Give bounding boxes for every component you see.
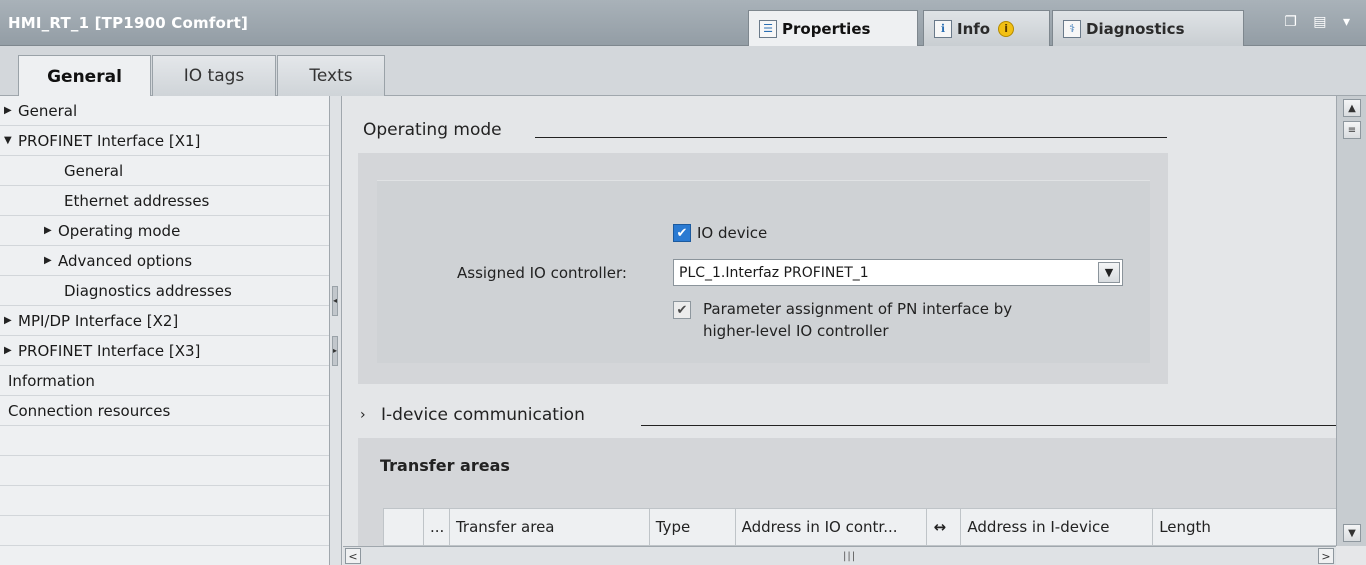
tree-item-label: Connection resources (8, 401, 171, 420)
scroll-grip-icon[interactable]: ≡ (1343, 121, 1361, 139)
tree-empty-row (0, 426, 329, 456)
vertical-scrollbar[interactable]: ▲ ≡ ▼ (1336, 96, 1366, 546)
tree-item-profinet-x3[interactable]: ▶ PROFINET Interface [X3] (0, 336, 329, 366)
tree-empty-row (0, 516, 329, 546)
io-device-label: IO device (697, 224, 768, 242)
section-divider (535, 137, 1167, 138)
expand-arrow-icon[interactable]: ▶ (4, 105, 18, 116)
column-header-length[interactable]: Length (1153, 509, 1336, 545)
scroll-down-icon[interactable]: ▼ (1343, 524, 1361, 542)
tab-info[interactable]: ℹ Info i (923, 10, 1050, 46)
tree-item-ethernet-addresses[interactable]: Ethernet addresses (0, 186, 329, 216)
tree-item-label: PROFINET Interface [X3] (18, 341, 201, 360)
subtab-bar: General IO tags Texts (0, 46, 1366, 97)
tree-empty-row (0, 456, 329, 486)
param-assignment-label-line2: higher-level IO controller (703, 322, 889, 340)
collapse-arrow-icon[interactable]: ▼ (4, 135, 18, 146)
transfer-areas-title: Transfer areas (380, 456, 510, 475)
tab-general[interactable]: General (18, 55, 151, 97)
window-controls[interactable]: ❐ ▤ ▾ (1284, 14, 1356, 30)
tree-item-diagnostics-addresses[interactable]: Diagnostics addresses (0, 276, 329, 306)
tab-texts[interactable]: Texts (277, 55, 385, 96)
operating-mode-heading: Operating mode (363, 120, 502, 140)
tree-item-label: General (64, 161, 124, 180)
tree-item-connection-resources[interactable]: Connection resources (0, 396, 329, 426)
tab-properties[interactable]: ☰ Properties (748, 10, 918, 46)
expand-right-icon[interactable]: ▸ (332, 336, 338, 366)
expand-arrow-icon[interactable]: ▶ (4, 345, 18, 356)
info-badge-icon: i (998, 20, 1015, 37)
tree-item-label: Information (8, 371, 95, 390)
tree-item-label: Diagnostics addresses (64, 281, 232, 300)
assigned-controller-value: PLC_1.Interfaz PROFINET_1 (679, 264, 869, 281)
tree-item-label: General (18, 101, 78, 120)
scroll-left-icon[interactable]: < (345, 548, 361, 564)
column-header-type[interactable]: Type (650, 509, 736, 545)
tree-item-label: Ethernet addresses (64, 191, 210, 210)
idevice-heading[interactable]: I-device communication (381, 405, 585, 425)
assigned-controller-label: Assigned IO controller: (457, 264, 627, 282)
tree-item-label: Operating mode (58, 221, 181, 240)
column-header-select[interactable] (384, 509, 424, 545)
tree-item-information[interactable]: Information (0, 366, 329, 396)
tab-info-label: Info (957, 19, 991, 38)
tree-item-label: MPI/DP Interface [X2] (18, 311, 179, 330)
navigation-tree: ▶ General ▼ PROFINET Interface [X1] Gene… (0, 96, 330, 565)
column-header-address-io-controller[interactable]: Address in IO contr... (736, 509, 928, 545)
param-assignment-label-line1: Parameter assignment of PN interface by (703, 300, 1013, 318)
tree-item-general[interactable]: ▶ General (0, 96, 329, 126)
io-device-checkbox[interactable]: ✔ (673, 224, 691, 242)
horizontal-scrollbar[interactable]: < ||| > (343, 546, 1336, 565)
transfer-areas-panel: Transfer areas ... Transfer area Type Ad… (358, 438, 1336, 546)
tree-item-advanced-options[interactable]: ▶ Advanced options (0, 246, 329, 276)
tab-diagnostics-label: Diagnostics (1086, 19, 1185, 38)
expand-arrow-icon[interactable]: ▶ (44, 255, 58, 266)
scroll-right-icon[interactable]: > (1318, 548, 1334, 564)
properties-icon: ☰ (759, 19, 777, 38)
tree-item-x1-general[interactable]: General (0, 156, 329, 186)
expand-arrow-icon[interactable]: ▶ (44, 225, 58, 236)
transfer-areas-table-header: ... Transfer area Type Address in IO con… (383, 508, 1336, 546)
tree-item-label: Advanced options (58, 251, 193, 270)
tree-empty-row (0, 486, 329, 516)
scroll-thumb[interactable]: ||| (843, 551, 856, 562)
title-bar: HMI_RT_1 [TP1900 Comfort] ☰ Properties ℹ… (0, 0, 1366, 46)
tree-item-profinet-x1[interactable]: ▼ PROFINET Interface [X1] (0, 126, 329, 156)
properties-content: Operating mode ✔ IO device Assigned IO c… (343, 96, 1336, 546)
tab-io-tags[interactable]: IO tags (152, 55, 276, 96)
expand-arrow-icon[interactable]: ▶ (4, 315, 18, 326)
panel-splitter[interactable]: ◂ ▸ (330, 96, 342, 565)
tree-item-label: PROFINET Interface [X1] (18, 131, 201, 150)
param-assignment-checkbox[interactable]: ✔ (673, 301, 691, 319)
column-header-address-idevice[interactable]: Address in I-device (961, 509, 1154, 545)
collapse-left-icon[interactable]: ◂ (332, 286, 338, 316)
window-title: HMI_RT_1 [TP1900 Comfort] (8, 14, 249, 32)
tab-properties-label: Properties (782, 19, 871, 38)
column-header-more[interactable]: ... (424, 509, 450, 545)
column-header-transfer-area[interactable]: Transfer area (450, 509, 650, 545)
info-list-icon: ℹ (934, 19, 952, 38)
section-divider (641, 425, 1336, 426)
direction-arrow-icon: ↔ (927, 509, 962, 545)
assigned-controller-select[interactable]: PLC_1.Interfaz PROFINET_1 ▼ (673, 259, 1123, 286)
chevron-right-icon[interactable]: › (360, 407, 366, 423)
chevron-down-icon[interactable]: ▼ (1098, 262, 1120, 283)
diagnostics-icon: ⚕ (1063, 19, 1081, 38)
tree-item-operating-mode[interactable]: ▶ Operating mode (0, 216, 329, 246)
scroll-up-icon[interactable]: ▲ (1343, 99, 1361, 117)
tree-item-mpi-dp-x2[interactable]: ▶ MPI/DP Interface [X2] (0, 306, 329, 336)
tab-diagnostics[interactable]: ⚕ Diagnostics (1052, 10, 1244, 46)
